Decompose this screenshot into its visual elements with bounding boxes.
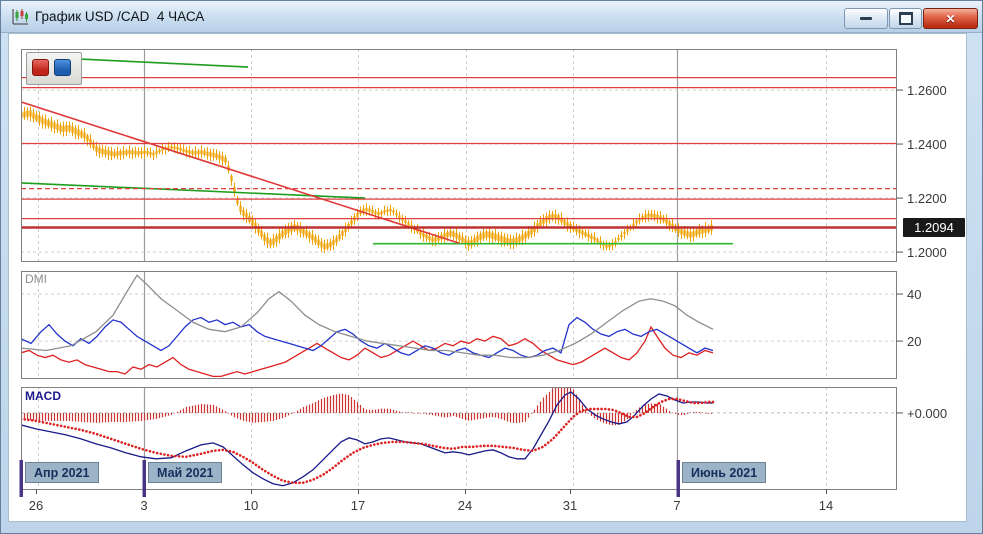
dmi-tick-20: 20 <box>907 334 921 349</box>
price-tick-12600: 1.2600 <box>907 83 947 98</box>
dmi-panel-label: DMI <box>25 272 47 286</box>
x-tick-26: 26 <box>29 498 43 513</box>
app-window: График USD /CAD 4 ЧАСА ✕ 1.2600 1.2400 1… <box>0 0 983 534</box>
month-label-apr: Апр 2021 <box>25 462 99 483</box>
toolbar-blue-button[interactable] <box>54 59 71 76</box>
x-tick-31: 31 <box>563 498 577 513</box>
chart-toolbar <box>26 52 82 85</box>
chart-canvas[interactable] <box>1 1 983 534</box>
macd-tick-zero: +0.000 <box>907 406 947 421</box>
toolbar-red-button[interactable] <box>32 59 49 76</box>
price-tick-12000: 1.2000 <box>907 245 947 260</box>
price-tick-12200: 1.2200 <box>907 191 947 206</box>
month-label-june: Июнь 2021 <box>682 462 766 483</box>
x-tick-24: 24 <box>458 498 472 513</box>
x-tick-7: 7 <box>673 498 680 513</box>
x-tick-14: 14 <box>819 498 833 513</box>
month-label-may: Май 2021 <box>148 462 222 483</box>
x-tick-17: 17 <box>351 498 365 513</box>
dmi-tick-40: 40 <box>907 287 921 302</box>
x-tick-3: 3 <box>140 498 147 513</box>
price-tick-12400: 1.2400 <box>907 137 947 152</box>
current-price-tag: 1.2094 <box>903 218 965 237</box>
x-tick-10: 10 <box>244 498 258 513</box>
macd-panel-label: MACD <box>25 389 61 403</box>
